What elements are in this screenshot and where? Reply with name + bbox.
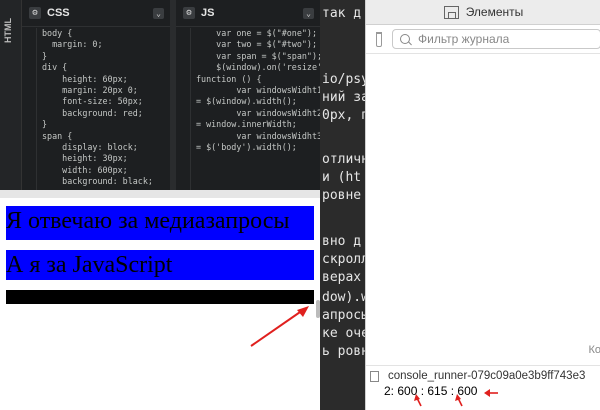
background-text-line: ровне	[322, 188, 362, 203]
code-line: var windowsWidht3	[196, 130, 320, 141]
background-text-line: 0px, п	[322, 108, 365, 123]
code-line: }	[42, 50, 48, 61]
code-line: font-size: 50px;	[42, 96, 143, 107]
annotation-arrow	[250, 306, 309, 347]
annotation-arrows	[414, 389, 498, 407]
gear-icon[interactable]: ⚙	[29, 7, 41, 19]
code-line: width: 600px;	[42, 164, 128, 175]
truncated-label: Ко	[588, 344, 600, 356]
background-text-line: ке оче	[322, 326, 365, 341]
code-line: function () {	[196, 73, 262, 84]
background-page-text: так д io/psy ний за 0px, п отличн и (ht ровне в…	[320, 0, 365, 410]
code-line: $(window).on('resize',	[196, 62, 320, 73]
background-text-line: апросы	[322, 308, 365, 323]
preview-block-two: А я за JavaScript	[6, 250, 314, 280]
code-line: body {	[42, 28, 73, 38]
tab-elements[interactable]: Элементы	[466, 5, 524, 19]
code-line: span {	[42, 130, 73, 141]
code-line: margin: 20px 0;	[42, 85, 138, 96]
code-line: height: 30px;	[42, 153, 128, 164]
background-text-line: io/psy	[322, 72, 365, 87]
css-code-lines[interactable]: body { margin: 0;} div { height: 60px; ma…	[42, 28, 170, 188]
chevron-down-icon[interactable]: ⌄	[303, 7, 314, 19]
preview-block-two-text: А я за JavaScript	[6, 252, 173, 278]
js-pane-header: ⚙ JS ⌄	[176, 0, 320, 27]
devtools-console: Элементы Ко console_runner-079c09a0e3b9f…	[365, 0, 600, 410]
preview-block-one-text: Я отвечаю за медиазапросы	[6, 208, 290, 234]
background-text-line: и (ht	[322, 170, 362, 185]
js-editor-pane[interactable]: ⚙ JS ⌄ var one = $("#one"); var two = $(…	[176, 0, 320, 190]
clear-console-icon[interactable]	[376, 31, 382, 47]
code-editor: HTML ⚙ CSS ⌄ body { margin: 0;} div { hei…	[0, 0, 320, 190]
css-editor-pane[interactable]: ⚙ CSS ⌄ body { margin: 0;} div { height: …	[22, 0, 170, 190]
chevron-down-icon[interactable]: ⌄	[153, 7, 164, 19]
result-preview: Я отвечаю за медиазапросы А я за JavaScr…	[0, 198, 320, 410]
code-line: background: black;	[42, 176, 153, 187]
code-line: = window.innerWidth;	[196, 119, 297, 130]
code-line: display: block;	[42, 142, 138, 153]
html-panel-tab[interactable]: HTML	[0, 0, 22, 190]
background-text-line: верах	[322, 270, 362, 285]
js-code-lines[interactable]: var one = $("#one"); var two = $("#two")…	[196, 28, 320, 153]
code-line: height: 60px;	[42, 73, 128, 84]
console-filter-bar	[366, 25, 600, 54]
background-text-line: ь ровн	[322, 344, 365, 359]
css-pane-title: CSS	[47, 7, 70, 19]
code-line: = $('body').width();	[196, 142, 297, 153]
css-code[interactable]: body { margin: 0;} div { height: 60px; ma…	[22, 28, 170, 190]
file-icon	[370, 370, 379, 382]
search-icon	[400, 34, 410, 44]
filter-box[interactable]	[392, 29, 600, 49]
line-gutter	[176, 28, 191, 190]
code-line: background: red;	[42, 107, 143, 118]
devtools-tabbar: Элементы	[366, 0, 600, 25]
html-tab-label: HTML	[3, 18, 13, 43]
elements-icon	[443, 5, 459, 19]
background-text-line: отличн	[322, 152, 365, 167]
js-pane-title: JS	[201, 7, 215, 19]
background-text-line: dow).w	[322, 290, 365, 305]
code-line: }	[42, 119, 48, 130]
css-pane-header: ⚙ CSS ⌄	[22, 0, 170, 27]
code-line: var windowsWidht1	[196, 85, 320, 96]
code-line: var two = $("#two");	[196, 39, 318, 50]
preview-block-one: Я отвечаю за медиазапросы	[6, 206, 314, 240]
background-text-line: вно д	[322, 234, 362, 249]
resize-handle[interactable]	[0, 190, 320, 198]
code-line: var one = $("#one");	[196, 28, 318, 38]
log-filter-input[interactable]	[416, 31, 600, 47]
code-line: var span = $("span");	[196, 50, 320, 61]
js-code[interactable]: var one = $("#one"); var two = $("#two")…	[176, 28, 320, 190]
background-text-line: ний за	[322, 90, 365, 105]
code-line: var windowsWidht2	[196, 107, 320, 118]
code-line: = $(window).width();	[196, 96, 297, 107]
code-line: div {	[42, 62, 68, 73]
gear-icon[interactable]: ⚙	[183, 7, 195, 19]
line-gutter	[22, 28, 37, 190]
background-text-line: скролл	[322, 252, 365, 267]
code-line: margin: 0;	[42, 39, 103, 50]
background-text-line: так д	[322, 6, 362, 21]
